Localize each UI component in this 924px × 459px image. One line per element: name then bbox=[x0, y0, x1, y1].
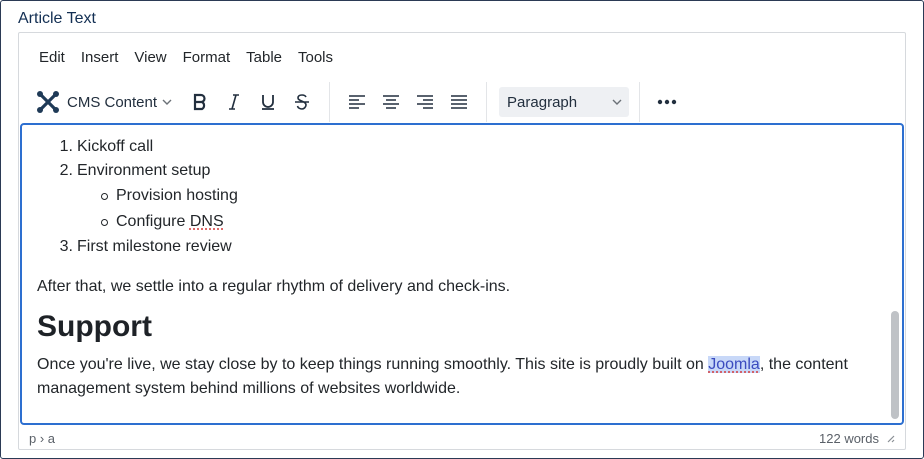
sub-list-item-text: Provision hosting bbox=[116, 187, 238, 204]
underline-button[interactable] bbox=[251, 85, 285, 119]
toolbar-divider bbox=[639, 82, 641, 122]
block-format-value: Paragraph bbox=[507, 93, 578, 111]
more-horizontal-icon bbox=[657, 99, 677, 105]
strikethrough-button[interactable] bbox=[285, 85, 319, 119]
list-number: 3. bbox=[59, 238, 73, 255]
list-item: 3. First milestone review bbox=[37, 235, 877, 259]
italic-icon bbox=[229, 94, 240, 110]
misspelled-word: DNS bbox=[189, 213, 224, 230]
sub-list-item-text: Configure DNS bbox=[116, 210, 224, 234]
paragraph: Once you're live, we stay close by to ke… bbox=[37, 353, 877, 401]
sub-list-text: Configure bbox=[116, 213, 190, 230]
align-right-icon bbox=[417, 95, 434, 109]
align-left-icon bbox=[349, 95, 366, 109]
menu-view[interactable]: View bbox=[126, 45, 174, 70]
toolbar: CMS Content Paragraph bbox=[19, 81, 905, 123]
align-center-button[interactable] bbox=[374, 85, 408, 119]
list-item-text: Kickoff call bbox=[77, 138, 154, 155]
word-count[interactable]: 122 words bbox=[819, 431, 879, 446]
bold-button[interactable] bbox=[183, 85, 217, 119]
list-item-text: Environment setup bbox=[77, 162, 211, 179]
bold-icon bbox=[193, 93, 206, 111]
block-format-select[interactable]: Paragraph bbox=[499, 87, 630, 117]
list-item: 2. Environment setup bbox=[37, 159, 877, 183]
sub-list-item: Configure DNS bbox=[101, 209, 877, 235]
rich-text-editor: Edit Insert View Format Table Tools CMS … bbox=[18, 32, 906, 450]
cms-content-label: CMS Content bbox=[67, 93, 158, 111]
scrollbar-thumb[interactable] bbox=[891, 311, 899, 419]
menu-insert[interactable]: Insert bbox=[73, 45, 127, 70]
toolbar-divider bbox=[329, 82, 331, 122]
chevron-down-icon bbox=[612, 99, 622, 105]
editor-content-area[interactable]: 1. Kickoff call 2. Environment setup Pro… bbox=[20, 123, 904, 425]
sub-list-item: Provision hosting bbox=[101, 183, 877, 209]
justify-icon bbox=[451, 95, 468, 109]
list-item: 1. Kickoff call bbox=[37, 135, 877, 159]
align-right-button[interactable] bbox=[408, 85, 442, 119]
menu-format[interactable]: Format bbox=[175, 45, 239, 70]
align-center-icon bbox=[383, 95, 400, 109]
italic-button[interactable] bbox=[217, 85, 251, 119]
circle-bullet-icon bbox=[101, 192, 108, 200]
align-left-button[interactable] bbox=[340, 85, 374, 119]
justify-button[interactable] bbox=[442, 85, 476, 119]
underline-icon bbox=[262, 95, 275, 110]
resize-handle-icon[interactable] bbox=[885, 433, 895, 443]
field-label: Article Text bbox=[18, 10, 96, 27]
joomla-icon bbox=[37, 91, 59, 113]
heading: Support bbox=[37, 310, 152, 343]
toolbar-divider bbox=[486, 82, 488, 122]
more-button[interactable] bbox=[650, 85, 684, 119]
cms-content-button[interactable]: CMS Content bbox=[31, 85, 177, 119]
joomla-link[interactable]: Joomla bbox=[708, 356, 760, 373]
paragraph-text: Once you're live, we stay close by to ke… bbox=[37, 356, 709, 373]
strikethrough-icon bbox=[295, 94, 310, 110]
document-body: 1. Kickoff call 2. Environment setup Pro… bbox=[37, 135, 877, 401]
list-number: 2. bbox=[59, 162, 73, 179]
menu-edit[interactable]: Edit bbox=[31, 45, 73, 70]
status-right: 122 words bbox=[819, 431, 895, 446]
menu-table[interactable]: Table bbox=[238, 45, 290, 70]
paragraph: After that, we settle into a regular rhy… bbox=[37, 278, 511, 295]
menubar: Edit Insert View Format Table Tools bbox=[19, 33, 905, 81]
element-path[interactable]: p › a bbox=[29, 431, 55, 446]
statusbar: p › a 122 words bbox=[19, 426, 905, 450]
circle-bullet-icon bbox=[101, 218, 108, 226]
chevron-down-icon bbox=[162, 99, 172, 105]
list-item-text: First milestone review bbox=[77, 238, 232, 255]
menu-tools[interactable]: Tools bbox=[290, 45, 341, 70]
list-number: 1. bbox=[59, 138, 73, 155]
